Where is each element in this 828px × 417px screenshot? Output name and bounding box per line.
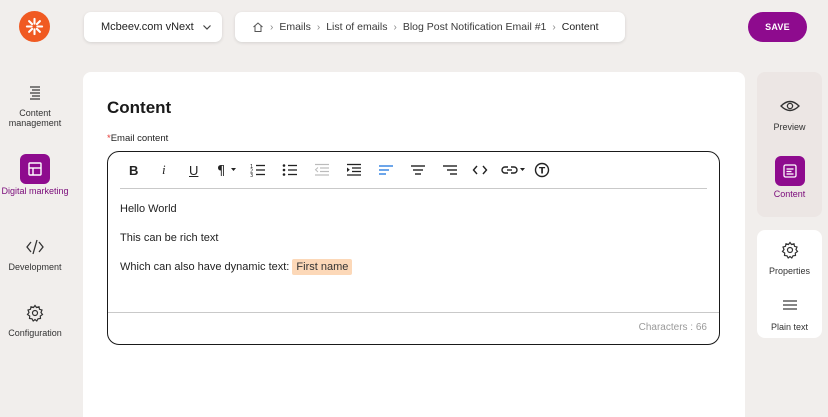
code-view-icon [472,165,488,175]
lines-icon [780,296,800,316]
digital-marketing-icon [20,154,50,184]
editor-toolbar: B i U ¶ 123 T [120,152,707,189]
rich-text-editor[interactable]: B i U ¶ 123 T Hello World This can be ri… [107,151,720,345]
outdent-icon [314,163,329,176]
main-panel: Content *Email content B i U ¶ 123 T Hel… [83,72,745,417]
editor-content[interactable]: Hello World This can be rich text Which … [120,202,353,289]
breadcrumb-item-list[interactable]: List of emails [326,21,387,33]
properties-tab[interactable]: Properties [757,240,822,276]
bold-button[interactable]: B [129,162,138,178]
field-label: *Email content [107,133,168,144]
content-icon [774,156,805,186]
svg-text:T: T [539,167,546,177]
chevron-down-icon [202,25,211,30]
underline-button[interactable]: U [189,162,198,178]
breadcrumb-separator: › [552,21,556,33]
nav-item-content-management[interactable]: Content management [0,83,70,128]
editor-footer: Characters : 66 [108,312,719,344]
align-center-button[interactable] [410,162,426,178]
properties-label: Properties [768,266,811,276]
paragraph-format-button[interactable]: ¶ [217,162,239,178]
align-right-icon [443,165,457,175]
site-selector[interactable]: Mcbeev.com vNext [84,12,222,42]
preview-label: Preview [773,122,806,132]
eye-icon [779,96,800,116]
dynamic-text-token[interactable]: First name [292,259,353,275]
bullet-list-button[interactable] [282,162,298,178]
content-tab[interactable]: Content [757,156,822,199]
site-selector-label: Mcbeev.com vNext [101,21,194,33]
breadcrumb-separator: › [316,21,321,33]
paragraph-icon: ¶ [217,164,236,177]
preview-tab[interactable]: Preview [757,96,822,132]
nav-item-configuration[interactable]: Configuration [0,303,70,338]
nav-item-digital-marketing[interactable]: Digital marketing [0,154,70,196]
italic-button[interactable]: i [162,162,166,178]
editor-line: Which can also have dynamic text: First … [120,259,353,275]
gear-icon [780,240,800,260]
nav-item-development[interactable]: Development [0,237,70,272]
home-icon[interactable] [252,21,264,33]
insert-link-button[interactable] [501,162,527,178]
align-center-icon [411,165,425,175]
svg-text:¶: ¶ [217,164,225,177]
indent-icon [347,163,361,176]
breadcrumb-item-current: Content [561,21,599,33]
code-view-button[interactable] [472,162,488,178]
app-logo[interactable] [19,11,50,42]
field-label-text: Email content [110,133,169,144]
breadcrumb-separator: › [393,21,397,33]
ordered-list-icon: 123 [250,164,265,177]
indent-button[interactable] [346,162,362,178]
link-icon [501,166,525,174]
content-management-icon [25,83,45,103]
ordered-list-button[interactable]: 123 [250,162,266,178]
bullet-list-icon [282,164,297,176]
dynamic-text-button[interactable]: T [534,162,550,178]
plain-text-label: Plain text [770,322,809,332]
nav-label: Development [8,262,62,272]
nav-label: Digital marketing [1,186,69,196]
breadcrumb: › Emails › List of emails › Blog Post No… [235,12,625,42]
editor-line-text: Which can also have dynamic text: [120,261,290,273]
nav-label: Content management [8,108,62,128]
page-title: Content [107,98,172,117]
nav-label: Configuration [8,328,62,338]
save-button[interactable]: SAVE [748,12,807,42]
logo-icon [25,17,44,36]
breadcrumb-separator: › [270,21,274,33]
svg-text:3: 3 [250,173,253,177]
editor-line: This can be rich text [120,232,219,244]
character-count: Characters : 66 [638,322,707,333]
gear-icon [25,303,45,323]
dynamic-text-icon: T [534,162,550,178]
content-label: Content [773,189,806,199]
code-icon [25,237,45,257]
outdent-button[interactable] [314,162,330,178]
plain-text-tab[interactable]: Plain text [757,296,822,332]
editor-line: Hello World [120,203,177,215]
align-right-button[interactable] [442,162,458,178]
breadcrumb-item-emails[interactable]: Emails [279,21,311,33]
breadcrumb-item-email[interactable]: Blog Post Notification Email #1 [403,21,547,33]
align-left-button[interactable] [378,162,394,178]
align-left-icon [379,165,393,175]
